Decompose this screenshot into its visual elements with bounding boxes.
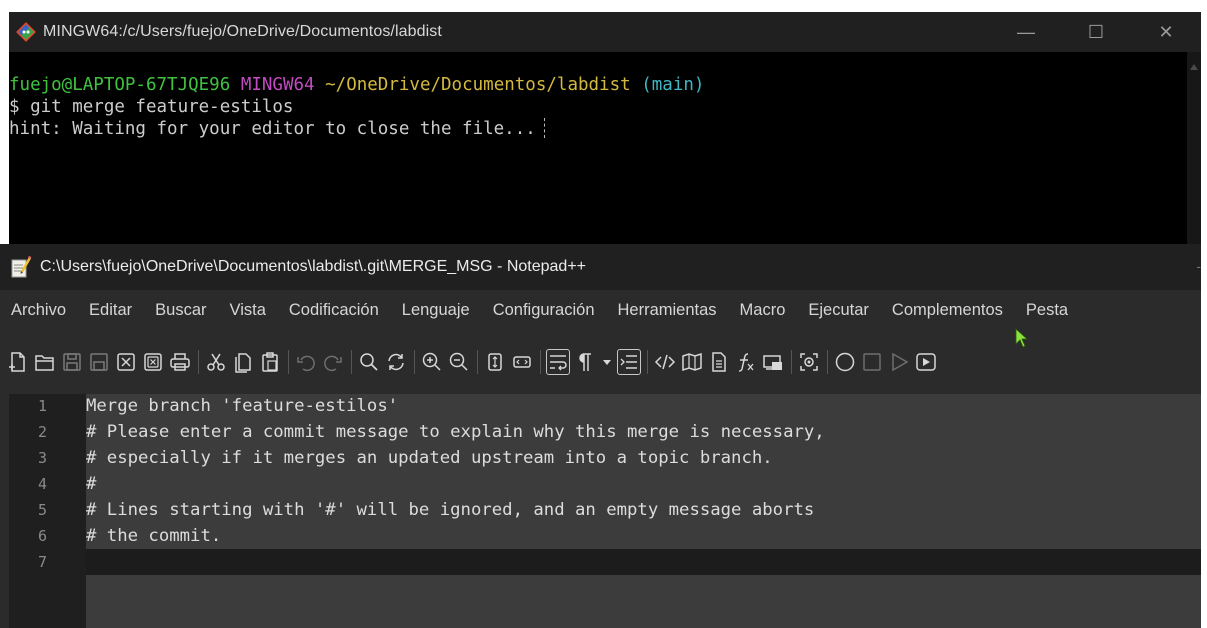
menu-vista[interactable]: Vista (230, 301, 266, 320)
line-number: 7 (37, 553, 47, 571)
prompt-user-host: fuejo@LAPTOP-67TJQE96 (9, 75, 231, 95)
document-map-icon[interactable] (680, 349, 704, 375)
terminal-title: MINGW64:/c/Users/fuejo/OneDrive/Document… (43, 23, 442, 40)
run-macro-multiple-icon[interactable] (914, 349, 938, 375)
new-file-icon[interactable] (6, 349, 30, 375)
code-line: # the commit. (86, 526, 222, 546)
monitoring-icon[interactable] (797, 349, 821, 375)
zoom-in-icon[interactable] (420, 349, 444, 375)
code-line: # (86, 474, 97, 494)
indent-guide-icon[interactable] (617, 349, 641, 375)
stop-macro-icon[interactable] (860, 349, 884, 375)
save-all-icon[interactable] (87, 349, 111, 375)
xml-tag-icon[interactable] (653, 349, 677, 375)
replace-icon[interactable] (384, 349, 408, 375)
code-line: # Please enter a commit message to expla… (86, 422, 825, 442)
record-macro-icon[interactable] (833, 349, 857, 375)
notepad-title: C:\Users\fuejo\OneDrive\Documentos\labdi… (40, 258, 586, 275)
code-line: # especially if it merges an updated ups… (86, 448, 773, 468)
menu-archivo[interactable]: Archivo (11, 301, 66, 320)
dropdown-arrow-icon[interactable] (600, 349, 614, 375)
prompt-path: ~/OneDrive/Documentos/labdist (325, 75, 631, 95)
line-number-gutter: 1 2 3 4 5 6 7 (9, 394, 86, 628)
menu-macro[interactable]: Macro (740, 301, 786, 320)
code-line: Merge branch 'feature-estilos' (86, 396, 399, 416)
empty-editor-space[interactable] (86, 575, 1201, 628)
toolbar-separator (288, 350, 289, 374)
notepad-titlebar[interactable]: C:\Users\fuejo\OneDrive\Documentos\labdi… (0, 244, 1201, 290)
toolbar-separator (791, 350, 792, 374)
toolbar-separator (351, 350, 352, 374)
paste-icon[interactable] (258, 349, 282, 375)
close-icon[interactable] (114, 349, 138, 375)
menu-ejecutar[interactable]: Ejecutar (808, 301, 869, 320)
line-number: 2 (37, 423, 47, 441)
prompt-system: MINGW64 (240, 75, 315, 95)
toolbar-separator (477, 350, 478, 374)
print-icon[interactable] (168, 349, 192, 375)
maximize-button[interactable]: ☐ (1061, 12, 1131, 52)
mouse-pointer-icon (1015, 328, 1029, 348)
play-macro-icon[interactable] (887, 349, 911, 375)
editor-area[interactable]: 1 2 3 4 5 6 7 Merge branch 'feature-esti… (9, 394, 1201, 628)
toolbar-separator (414, 350, 415, 374)
toolbar-separator (198, 350, 199, 374)
redo-icon[interactable] (321, 349, 345, 375)
line-number: 3 (37, 449, 47, 467)
line-number: 1 (37, 397, 47, 415)
save-icon[interactable] (60, 349, 84, 375)
folder-workspace-icon[interactable] (761, 349, 785, 375)
terminal-scrollbar[interactable] (1187, 52, 1201, 244)
zoom-out-icon[interactable] (447, 349, 471, 375)
menu-codificacion[interactable]: Codificación (289, 301, 379, 320)
function-list-icon[interactable] (734, 349, 758, 375)
document-list-icon[interactable] (707, 349, 731, 375)
line-number: 6 (37, 527, 47, 545)
title-dash: - (1196, 258, 1201, 274)
open-folder-icon[interactable] (33, 349, 57, 375)
close-button[interactable]: ✕ (1131, 12, 1201, 52)
copy-icon[interactable] (231, 349, 255, 375)
hint-line: hint: Waiting for your editor to close t… (9, 118, 1187, 140)
notepad-window: C:\Users\fuejo\OneDrive\Documentos\labdi… (0, 244, 1201, 628)
hint-text: hint: Waiting for your editor to close t… (9, 119, 536, 139)
prompt-branch: (main) (641, 75, 705, 95)
scroll-up-arrow-icon[interactable] (1190, 64, 1198, 70)
text-cursor (543, 118, 545, 138)
notepad-plus-plus-icon (0, 244, 40, 290)
menu-lenguaje[interactable]: Lenguaje (402, 301, 470, 320)
terminal-output[interactable]: fuejo@LAPTOP-67TJQE96 MINGW64 ~/OneDrive… (9, 74, 1187, 140)
word-wrap-icon[interactable] (546, 349, 570, 375)
text-area[interactable]: Merge branch 'feature-estilos' # Please … (86, 394, 1201, 628)
menu-bar: Archivo Editar Buscar Vista Codificación… (0, 290, 1201, 330)
menu-editar[interactable]: Editar (89, 301, 132, 320)
find-icon[interactable] (357, 349, 381, 375)
cut-icon[interactable] (204, 349, 228, 375)
terminal-titlebar[interactable]: MINGW64:/c/Users/fuejo/OneDrive/Document… (9, 12, 1201, 52)
menu-herramientas[interactable]: Herramientas (618, 301, 717, 320)
menu-pestanas[interactable]: Pesta (1026, 301, 1068, 320)
toolbar-separator (647, 350, 648, 374)
close-all-icon[interactable] (141, 349, 165, 375)
git-bash-icon (9, 12, 43, 52)
minimize-button[interactable]: — (991, 12, 1061, 52)
sync-vertical-icon[interactable] (483, 349, 507, 375)
toolbar-separator (540, 350, 541, 374)
line-number: 4 (37, 475, 47, 493)
sync-horizontal-icon[interactable] (510, 349, 534, 375)
menu-buscar[interactable]: Buscar (155, 301, 206, 320)
show-all-chars-icon[interactable] (573, 349, 597, 375)
menu-configuracion[interactable]: Configuración (493, 301, 595, 320)
undo-icon[interactable] (294, 349, 318, 375)
toolbar-separator (827, 350, 828, 374)
command-line: $ git merge feature-estilos (9, 97, 294, 117)
code-line: # Lines starting with '#' will be ignore… (86, 500, 815, 520)
window-controls: — ☐ ✕ (991, 12, 1201, 52)
line-number: 5 (37, 501, 47, 519)
prompt-line: fuejo@LAPTOP-67TJQE96 MINGW64 ~/OneDrive… (9, 74, 1187, 96)
current-line-highlight (86, 549, 1201, 575)
terminal-window: MINGW64:/c/Users/fuejo/OneDrive/Document… (9, 12, 1201, 244)
menu-complementos[interactable]: Complementos (892, 301, 1003, 320)
